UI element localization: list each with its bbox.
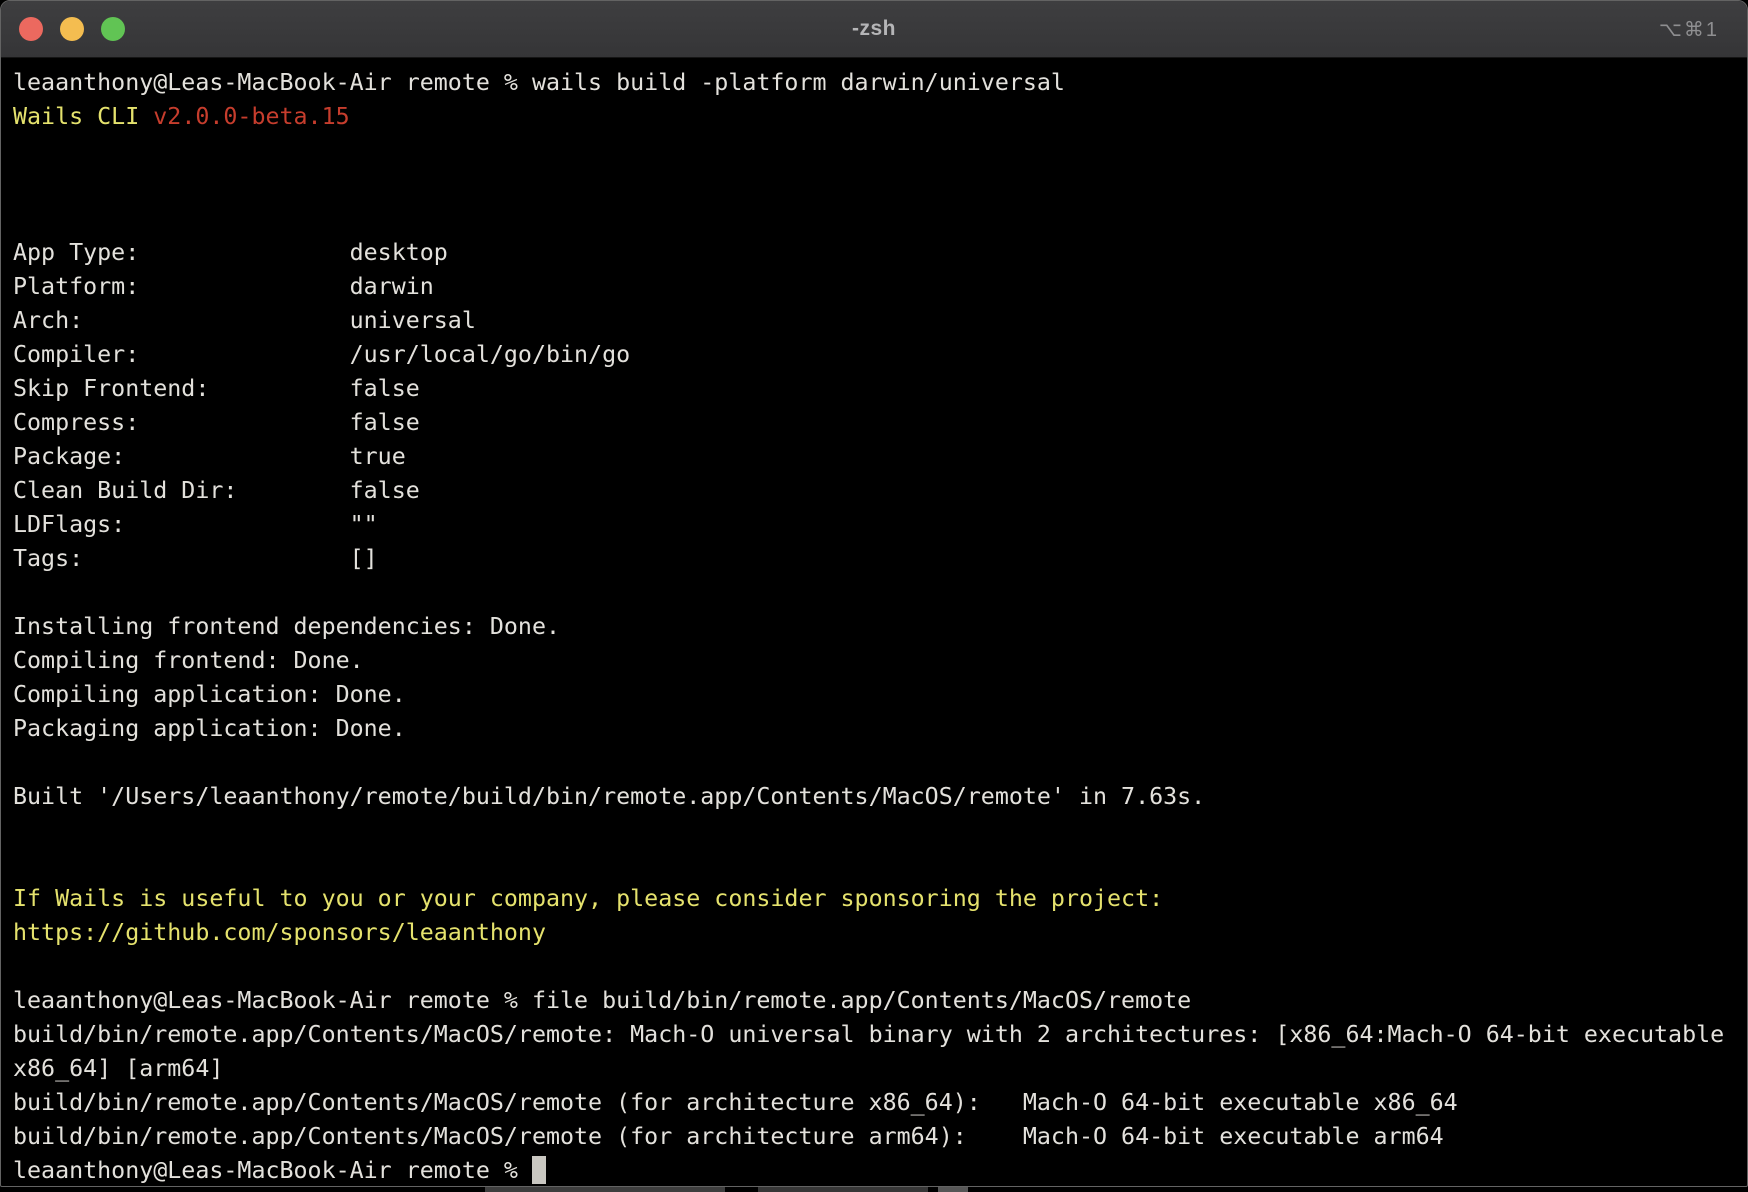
terminal-line: Built '/Users/leaanthony/remote/build/bi…: [13, 780, 1735, 814]
terminal-line: [13, 202, 1735, 236]
terminal-line: leaanthony@Leas-MacBook-Air remote % wai…: [13, 66, 1735, 100]
terminal-line: [13, 848, 1735, 882]
terminal-line: [13, 134, 1735, 168]
terminal-line: Installing frontend dependencies: Done.: [13, 610, 1735, 644]
terminal-line: https://github.com/sponsors/leaanthony: [13, 916, 1735, 950]
terminal-line: [13, 168, 1735, 202]
zoom-button[interactable]: [101, 17, 125, 41]
terminal-line: Wails CLI v2.0.0-beta.15: [13, 100, 1735, 134]
terminal-line: build/bin/remote.app/Contents/MacOS/remo…: [13, 1086, 1735, 1120]
terminal-cursor: [532, 1156, 546, 1184]
terminal-line: build/bin/remote.app/Contents/MacOS/remo…: [13, 1018, 1735, 1052]
terminal-line: Platform: darwin: [13, 270, 1735, 304]
terminal-line: [13, 950, 1735, 984]
terminal-line: Tags: []: [13, 542, 1735, 576]
terminal-line: leaanthony@Leas-MacBook-Air remote %: [13, 1154, 1735, 1187]
terminal-line: Packaging application: Done.: [13, 712, 1735, 746]
minimize-button[interactable]: [60, 17, 84, 41]
window-shortcut-hint: ⌥⌘1: [1659, 1, 1719, 57]
background-fragment: [938, 1187, 968, 1192]
terminal-screen[interactable]: leaanthony@Leas-MacBook-Air remote % wai…: [1, 58, 1747, 1187]
terminal-line: Clean Build Dir: false: [13, 474, 1735, 508]
terminal-line: Package: true: [13, 440, 1735, 474]
terminal-line: Skip Frontend: false: [13, 372, 1735, 406]
window-title: -zsh: [852, 17, 896, 41]
terminal-line: build/bin/remote.app/Contents/MacOS/remo…: [13, 1120, 1735, 1154]
terminal-window: -zsh ⌥⌘1 leaanthony@Leas-MacBook-Air rem…: [0, 0, 1748, 1187]
terminal-line: Compiling application: Done.: [13, 678, 1735, 712]
terminal-line: Compress: false: [13, 406, 1735, 440]
terminal-line: x86_64] [arm64]: [13, 1052, 1735, 1086]
close-button[interactable]: [19, 17, 43, 41]
terminal-line: App Type: desktop: [13, 236, 1735, 270]
background-window-sliver: [0, 1187, 1748, 1192]
terminal-line: Compiler: /usr/local/go/bin/go: [13, 338, 1735, 372]
terminal-line: [13, 576, 1735, 610]
terminal-line: Arch: universal: [13, 304, 1735, 338]
title-bar[interactable]: -zsh ⌥⌘1: [1, 1, 1747, 58]
terminal-line: [13, 814, 1735, 848]
background-fragment: [485, 1187, 725, 1192]
background-fragment: [758, 1187, 928, 1192]
terminal-line: If Wails is useful to you or your compan…: [13, 882, 1735, 916]
terminal-line: LDFlags: "": [13, 508, 1735, 542]
terminal-line: leaanthony@Leas-MacBook-Air remote % fil…: [13, 984, 1735, 1018]
terminal-line: Compiling frontend: Done.: [13, 644, 1735, 678]
window-controls: [19, 17, 125, 41]
terminal-line: [13, 746, 1735, 780]
